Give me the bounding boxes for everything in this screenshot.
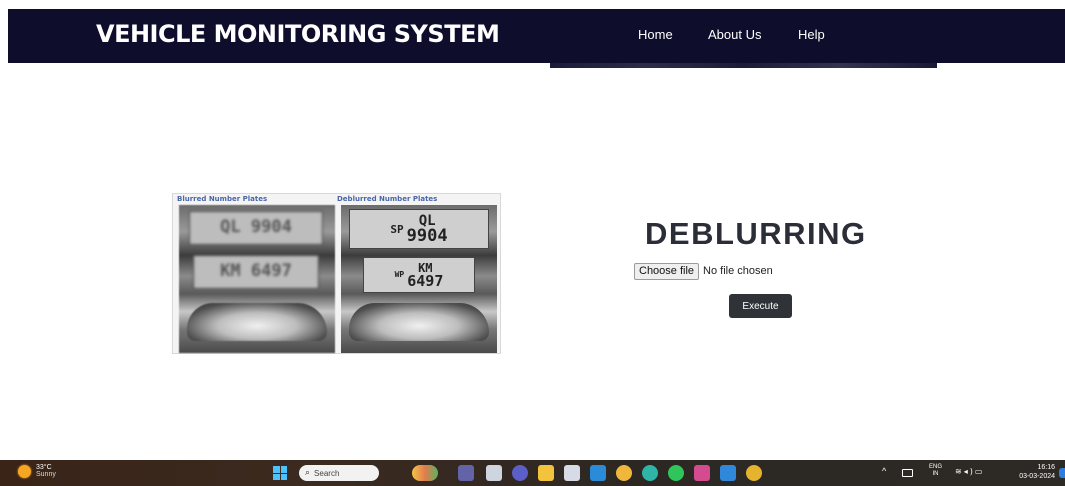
deblurred-caption: Deblurred Number Plates — [337, 195, 438, 203]
mail-icon[interactable] — [590, 465, 606, 481]
file-upload-row: Choose file No file chosen — [634, 262, 773, 280]
clock-date: 03-03-2024 — [1019, 472, 1055, 480]
system-clock[interactable]: 16:16 03-03-2024 — [1019, 464, 1055, 482]
wifi-icon: ≋ — [955, 467, 964, 476]
edge-icon[interactable] — [642, 465, 658, 481]
plate-number-6497: 6497 — [407, 271, 444, 290]
chrome-icon[interactable] — [746, 465, 762, 481]
file-status-text: No file chosen — [703, 265, 773, 277]
chevron-up-icon[interactable]: ^ — [882, 466, 886, 476]
choose-file-button[interactable]: Choose file — [634, 262, 700, 280]
plate-prefix-wp: WP — [394, 270, 405, 279]
deblurred-car — [349, 303, 489, 341]
whatsapp-icon[interactable] — [668, 465, 684, 481]
windows-start-icon[interactable] — [273, 466, 287, 480]
system-tray-icons[interactable]: ≋◂)▭ — [955, 467, 984, 476]
meet-icon[interactable] — [512, 465, 528, 481]
blurred-plate-bottom: KM 6497 — [193, 255, 319, 289]
notification-icon[interactable] — [1059, 468, 1065, 478]
nav-help-link[interactable]: Help — [798, 27, 825, 42]
weather-condition: Sunny — [36, 471, 56, 478]
blurred-car — [187, 303, 327, 341]
plate-number-9904: 9904 — [406, 225, 448, 246]
battery-icon: ▭ — [974, 467, 985, 476]
volume-icon: ◂) — [963, 467, 975, 476]
vscode-icon[interactable] — [720, 465, 736, 481]
blurred-caption: Blurred Number Plates — [177, 195, 268, 203]
sun-icon — [18, 464, 31, 478]
blurred-plate-top: QL 9904 — [189, 211, 323, 245]
nav-home-link[interactable]: Home — [638, 27, 673, 42]
header-decorative-strip — [550, 63, 937, 68]
clock-time: 16:16 — [1037, 464, 1055, 471]
top-navbar: VEHICLE MONITORING SYSTEM Home About Us … — [8, 9, 1065, 68]
weather-temperature: 33°C — [36, 464, 52, 471]
task-view-icon[interactable] — [486, 465, 502, 481]
deblurred-plate-top: SP QL 9904 — [349, 209, 489, 249]
deblurred-plates-image: SP QL 9904 WP KM 6497 — [341, 205, 497, 353]
language-indicator[interactable]: ENG IN — [929, 464, 942, 478]
language-code: ENG — [929, 464, 943, 470]
widgets-icon[interactable] — [412, 465, 438, 481]
app-icon[interactable] — [694, 465, 710, 481]
search-icon: ⌕ — [305, 468, 311, 478]
taskbar-search[interactable]: ⌕ Search — [299, 465, 379, 481]
keyboard-icon[interactable] — [902, 469, 913, 477]
brand-title: VEHICLE MONITORING SYSTEM — [96, 20, 500, 48]
plate-comparison-image: Blurred Number Plates Deblurred Number P… — [172, 193, 501, 354]
execute-button[interactable]: Execute — [729, 294, 792, 318]
deblurred-plate-bottom: WP KM 6497 — [363, 257, 475, 293]
taskbar: 33°C Sunny ⌕ Search ^ ENG IN ≋◂)▭ 16:16 … — [0, 460, 1065, 486]
nav-about-link[interactable]: About Us — [708, 27, 761, 42]
store-icon[interactable] — [564, 465, 580, 481]
search-placeholder: Search — [314, 468, 340, 478]
page-title: DEBLURRING — [645, 216, 867, 251]
blurred-plates-image: QL 9904 KM 6497 — [179, 205, 335, 353]
chrome-canary-icon[interactable] — [616, 465, 632, 481]
file-explorer-icon[interactable] — [538, 465, 554, 481]
teams-icon[interactable] — [458, 465, 474, 481]
language-region: IN — [932, 471, 939, 478]
plate-prefix-sp: SP — [390, 222, 404, 236]
weather-widget[interactable]: 33°C Sunny — [18, 464, 56, 478]
